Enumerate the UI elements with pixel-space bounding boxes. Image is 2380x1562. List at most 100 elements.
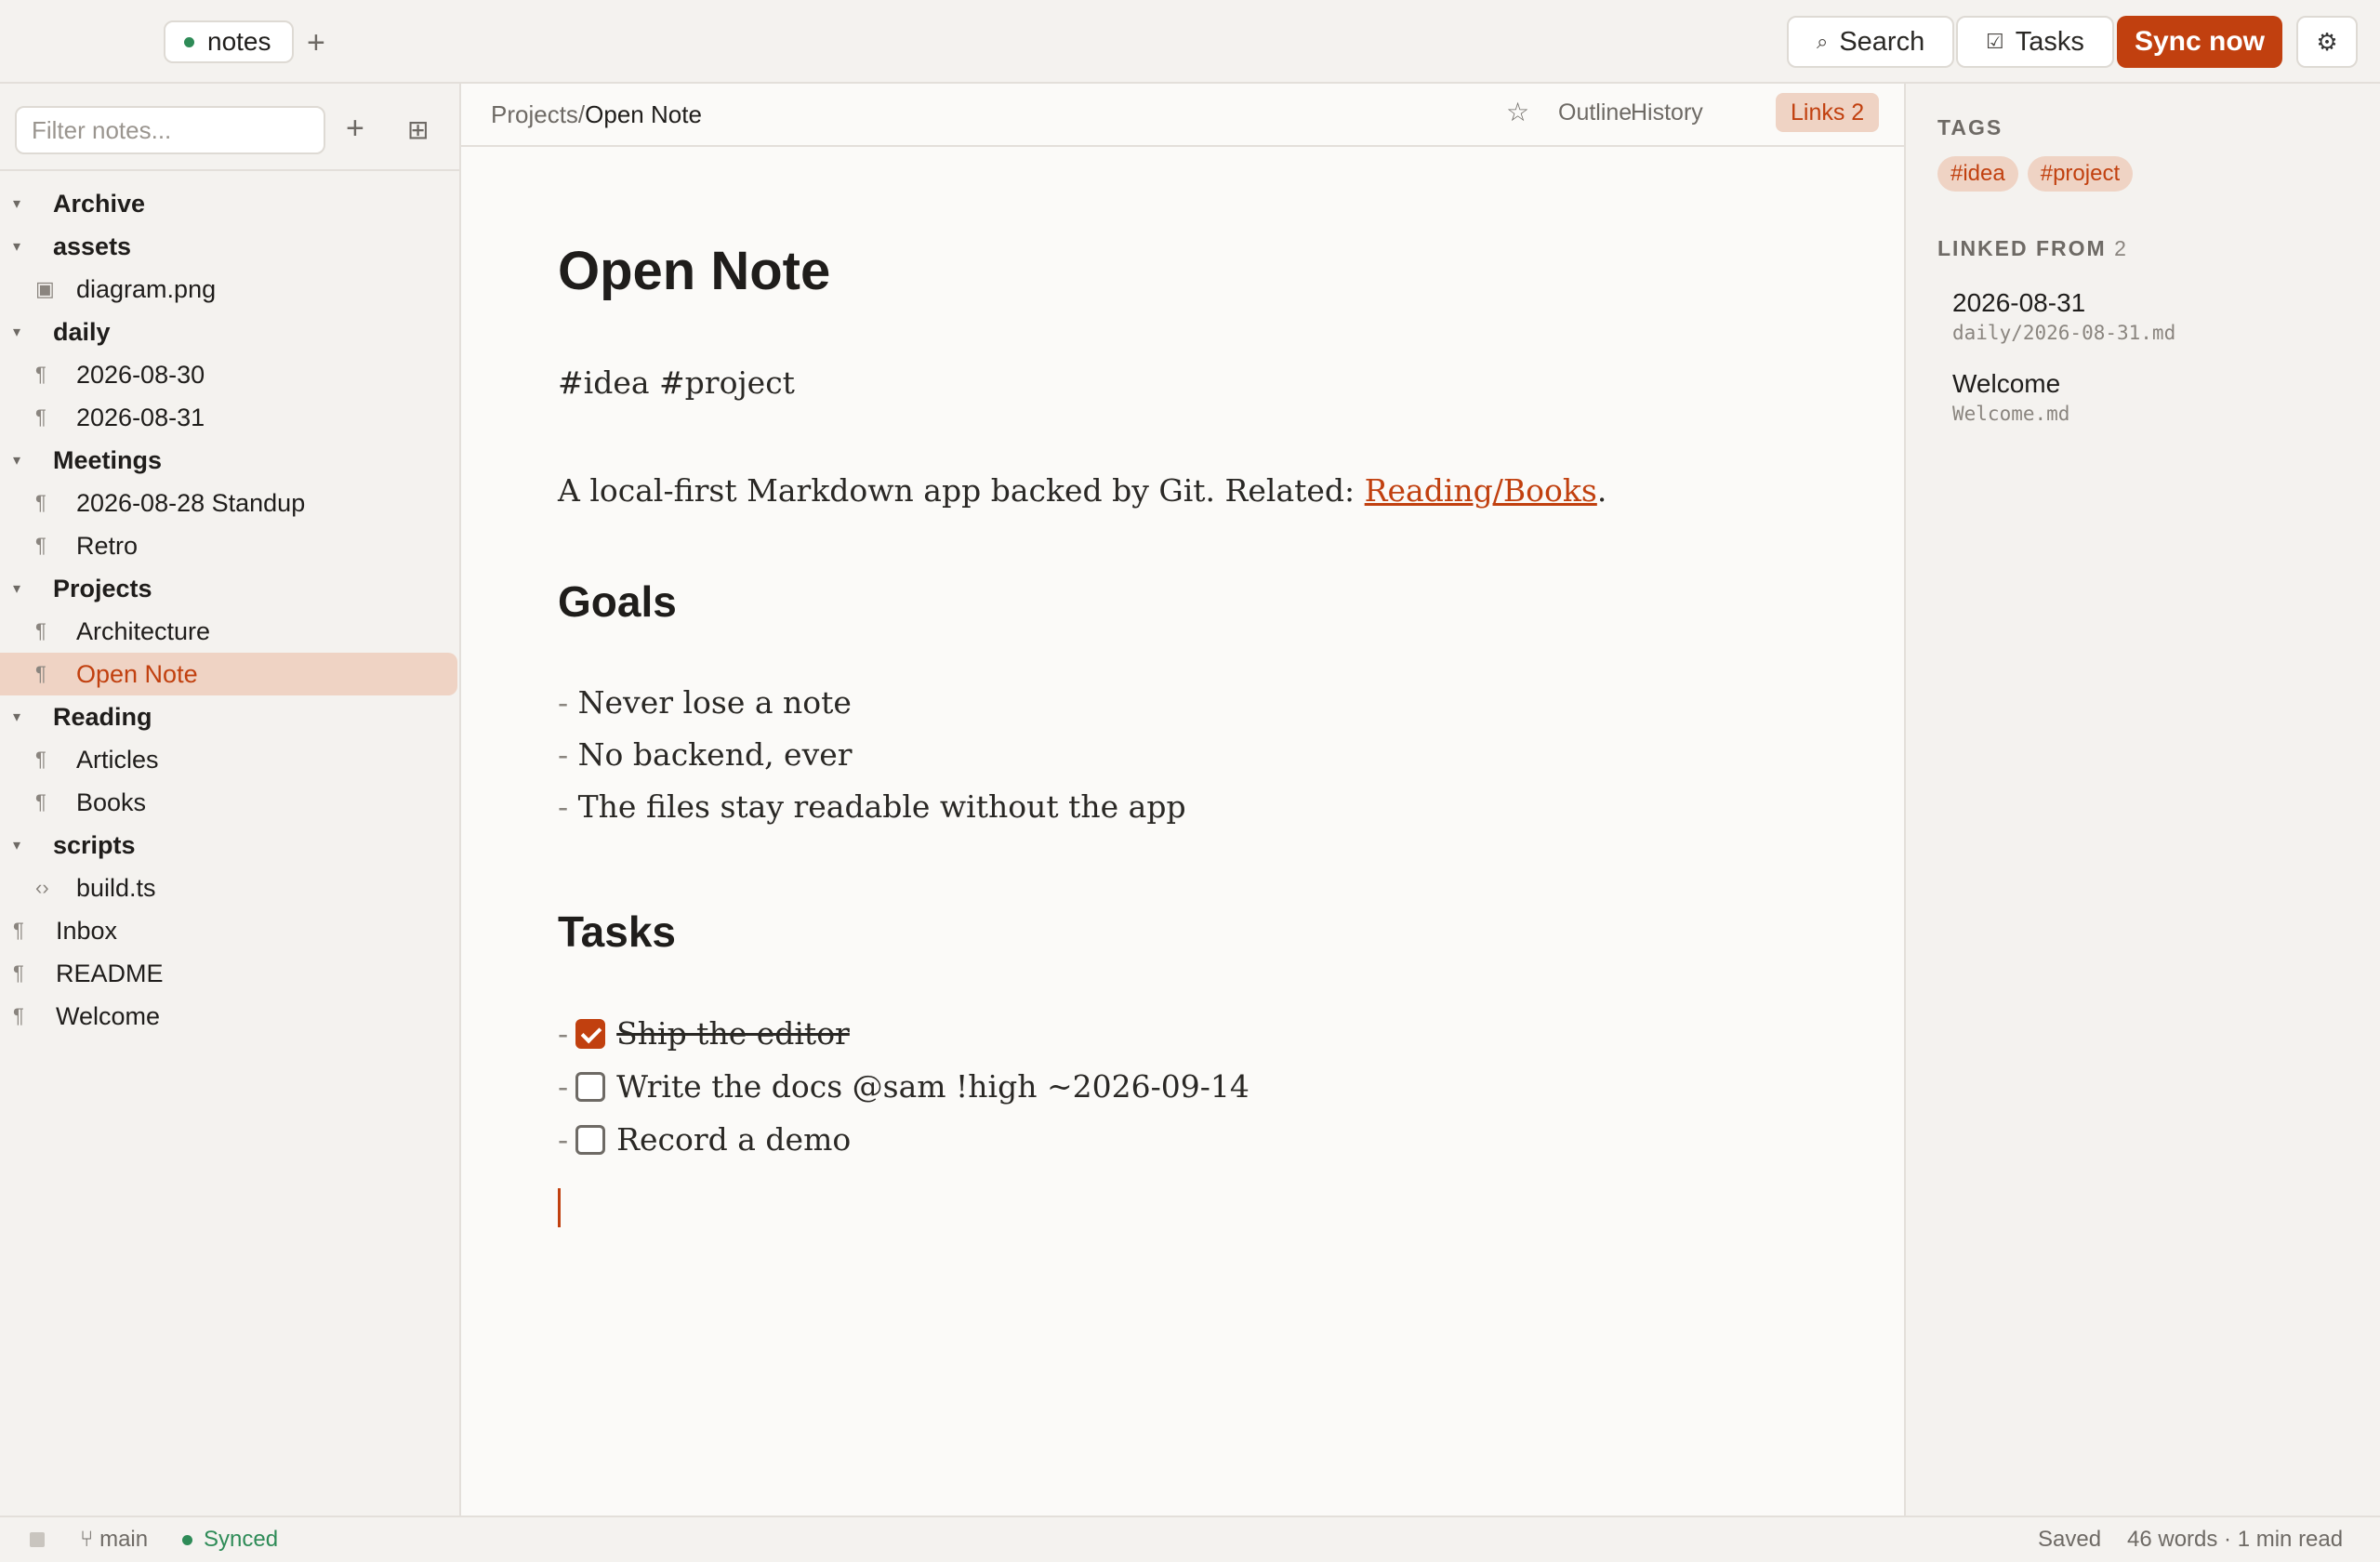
tree-item[interactable]: ¶ Architecture [0, 610, 459, 653]
tree-folder[interactable]: ▾ Reading [0, 695, 459, 738]
new-note-button[interactable]: + [346, 110, 364, 147]
tab-history[interactable]: History [1616, 93, 1718, 132]
chevron-down-icon[interactable]: ▾ [13, 708, 33, 726]
goal-item[interactable]: - The files stay readable without the ap… [558, 788, 1186, 825]
tree-item-label: 2026-08-30 [76, 360, 205, 389]
git-branch[interactable]: ⑂ main [80, 1527, 148, 1553]
task-item[interactable]: - Write the docs @sam !high ~2026-09-14 [558, 1068, 1250, 1105]
tree-item[interactable]: ¶ 2026-08-28 Standup [0, 482, 459, 524]
tree-item[interactable]: ¶ Retro [0, 524, 459, 567]
tree-item[interactable]: ¶ 2026-08-31 [0, 396, 459, 439]
note-icon: ¶ [35, 534, 46, 557]
chevron-down-icon[interactable]: ▾ [13, 579, 33, 598]
intro-paragraph[interactable]: A local-first Markdown app backed by Git… [558, 472, 1606, 509]
tree-item[interactable]: ¶ Articles [0, 738, 459, 781]
backlink-item[interactable]: Welcome Welcome.md [1952, 369, 2069, 425]
task-item[interactable]: - Record a demo [558, 1121, 851, 1158]
tree-item[interactable]: ‹› build.ts [0, 867, 459, 909]
goal-text: Never lose a note [577, 684, 852, 721]
code-file-icon: ‹› [35, 876, 49, 899]
tab-links[interactable]: Links 2 [1776, 93, 1880, 132]
tree-item[interactable]: ▣ diagram.png [0, 268, 459, 311]
sync-dot [182, 1534, 192, 1545]
tree-item-label: diagram.png [76, 274, 217, 303]
document-title[interactable]: Open Note [558, 240, 830, 302]
linked-from-title: LINKED FROM 2 [1937, 236, 2126, 261]
sync-status: Synced [182, 1527, 278, 1553]
backlink-title: Welcome [1952, 369, 2061, 398]
tree-folder[interactable]: ▾ assets [0, 225, 459, 268]
tag-chip[interactable]: #idea [1937, 156, 2018, 192]
top-bar: notes + ⌕ Search ☑ Tasks Sync now ⚙ [0, 0, 2380, 84]
breadcrumb-folder[interactable]: Projects/ [491, 100, 585, 128]
list-bullet: - [558, 1015, 569, 1052]
tree-item[interactable]: ¶ Inbox [0, 909, 459, 952]
tree-item[interactable]: ¶ 2026-08-30 [0, 353, 459, 396]
vault-selector[interactable]: notes [164, 20, 294, 63]
gear-icon: ⚙ [2316, 27, 2338, 56]
tree-item-label: Inbox [56, 916, 118, 945]
chevron-down-icon[interactable]: ▾ [13, 323, 33, 341]
sync-now-button[interactable]: Sync now [2117, 16, 2282, 68]
tree-item-label: Open Note [76, 659, 198, 688]
tree-item[interactable]: ¶ Books [0, 781, 459, 824]
tags-line[interactable]: #idea #project [558, 364, 795, 401]
save-status: Saved [2038, 1527, 2102, 1552]
tree-folder[interactable]: ▾ Meetings [0, 439, 459, 482]
settings-button[interactable]: ⚙ [2296, 16, 2358, 68]
chevron-down-icon[interactable]: ▾ [13, 451, 33, 470]
goal-item[interactable]: - No backend, ever [558, 736, 853, 773]
tree-item[interactable]: ¶ README [0, 952, 459, 995]
tag-chip[interactable]: #project [2027, 156, 2134, 192]
task-checkbox[interactable] [575, 1019, 606, 1049]
tree-item-active[interactable]: ¶ Open Note [0, 653, 457, 695]
linked-from-label: LINKED FROM [1937, 236, 2107, 260]
tree-folder[interactable]: ▾ Projects [0, 567, 459, 610]
star-icon[interactable]: ☆ [1506, 97, 1529, 127]
task-checkbox[interactable] [575, 1125, 606, 1155]
tree-folder[interactable]: ▾ daily [0, 311, 459, 353]
search-button[interactable]: ⌕ Search [1787, 16, 1955, 68]
tree-item-label: build.ts [76, 873, 156, 902]
list-bullet: - [558, 1121, 569, 1158]
grid-view-icon[interactable]: ⊞ [407, 113, 429, 147]
filter-notes-input[interactable] [15, 106, 325, 154]
wiki-link[interactable]: Reading/Books [1365, 472, 1597, 509]
chevron-down-icon[interactable]: ▾ [13, 194, 33, 213]
list-bullet: - [558, 788, 569, 825]
tasks-button[interactable]: ☑ Tasks [1956, 16, 2114, 68]
chevron-down-icon[interactable]: ▾ [13, 836, 33, 854]
editor-pane[interactable]: Open Note #idea #project A local-first M… [461, 147, 1904, 1516]
tree-item-label: Architecture [76, 616, 211, 645]
tasks-button-label: Tasks [2015, 26, 2084, 57]
tree-item-label: Archive [53, 189, 146, 218]
task-item[interactable]: - Ship the editor [558, 1015, 850, 1052]
note-icon: ¶ [13, 919, 24, 942]
backlink-item[interactable]: 2026-08-31 daily/2026-08-31.md [1952, 288, 2175, 344]
tasks-heading[interactable]: Tasks [558, 907, 676, 957]
note-icon: ¶ [35, 363, 46, 386]
list-bullet: - [558, 1068, 569, 1105]
tree-folder[interactable]: ▾ scripts [0, 824, 459, 867]
add-vault-button[interactable]: + [307, 24, 325, 61]
chevron-down-icon[interactable]: ▾ [13, 237, 33, 256]
sidebar-toggle-icon[interactable] [30, 1532, 45, 1547]
note-icon: ¶ [13, 1004, 24, 1027]
branch-name: main [99, 1527, 149, 1552]
sidebar: + ⊞ ▾ Archive ▾ assets ▣ diagram.png ▾ daily ¶ 20… [0, 84, 461, 1516]
goal-item[interactable]: - Never lose a note [558, 684, 852, 721]
editor-header: Projects/Open Note ☆ Outline History Lin… [461, 84, 1904, 147]
sidebar-divider [0, 169, 459, 171]
task-text: Record a demo [616, 1121, 852, 1158]
goals-heading[interactable]: Goals [558, 576, 677, 627]
task-checkbox[interactable] [575, 1072, 606, 1102]
word-count: 46 words · 1 min read [2127, 1527, 2344, 1552]
note-icon: ¶ [35, 619, 46, 642]
image-file-icon: ▣ [35, 277, 55, 300]
tree-item[interactable]: ¶ Welcome [0, 995, 459, 1038]
tree-item-label: scripts [53, 830, 136, 859]
list-bullet: - [558, 736, 569, 773]
vault-status-dot [184, 36, 194, 47]
tree-folder[interactable]: ▾ Archive [0, 182, 459, 225]
task-text: Write the docs @sam !high ~2026-09-14 [616, 1068, 1250, 1105]
